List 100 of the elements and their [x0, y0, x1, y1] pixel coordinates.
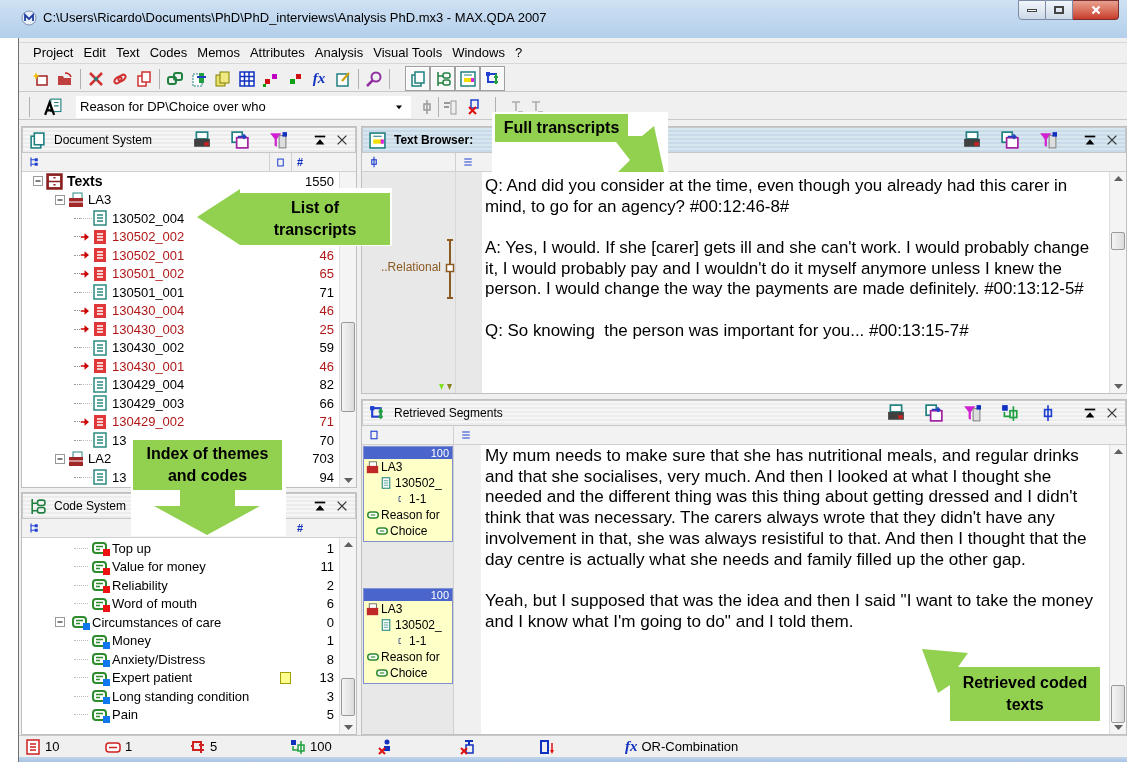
document-label[interactable]: 130502_002 — [112, 227, 185, 247]
memo-icon[interactable] — [280, 671, 291, 684]
print-icon[interactable] — [887, 404, 905, 422]
code-label[interactable]: Value for money — [112, 557, 206, 577]
column-header[interactable]: # — [292, 519, 340, 537]
sort-icon[interactable] — [540, 738, 556, 755]
document-label[interactable]: 130429_004 — [112, 375, 185, 395]
document-label[interactable]: 13 — [112, 430, 127, 450]
text-browser-toggle[interactable] — [455, 66, 480, 91]
document-label[interactable]: 130429_003 — [112, 393, 185, 413]
scroll-down-arrow-icon[interactable] — [1114, 384, 1123, 390]
retrieved-icon[interactable] — [290, 738, 306, 755]
menu-item[interactable]: Analysis — [314, 43, 364, 63]
close-button[interactable] — [1073, 0, 1119, 20]
close-icon[interactable] — [335, 133, 349, 147]
document-label[interactable]: 130429_002 — [112, 412, 185, 432]
remove-code-icon[interactable] — [466, 98, 482, 115]
menu-item[interactable]: Attributes — [249, 43, 305, 63]
export-icon[interactable] — [231, 131, 249, 149]
scroll-up-arrow-icon[interactable] — [1114, 175, 1123, 181]
collapse-icon[interactable] — [1083, 133, 1097, 147]
code-label[interactable]: Top up — [112, 538, 152, 558]
activate-icon[interactable] — [1001, 404, 1019, 422]
menu-item[interactable]: Edit — [83, 43, 106, 63]
filter-icon[interactable] — [1039, 131, 1057, 149]
menu-item[interactable]: Text — [115, 43, 140, 63]
segment-card[interactable]: 100 LA3 130502_ 1-1 Reason for Choice — [363, 446, 453, 542]
collapse-icon[interactable] — [313, 499, 327, 513]
font-icon[interactable] — [44, 97, 62, 116]
document-label[interactable]: 130430_004 — [112, 301, 185, 321]
folder-label[interactable]: LA2 — [88, 449, 112, 469]
maximize-button[interactable] — [1046, 0, 1073, 20]
code-label[interactable]: Money — [112, 631, 152, 651]
filter-icon[interactable] — [269, 131, 287, 149]
menu-item[interactable]: Memos — [197, 43, 240, 63]
document-icon — [92, 339, 108, 356]
document-icon — [92, 358, 108, 375]
export-icon[interactable] — [925, 404, 943, 422]
menu-item[interactable]: Codes — [149, 43, 188, 63]
pin-icon[interactable] — [368, 156, 380, 168]
coding-stripe[interactable] — [445, 239, 455, 299]
document-label[interactable]: 13 — [112, 467, 127, 487]
scroll-up-arrow-icon[interactable] — [1114, 448, 1123, 454]
document-system-toggle[interactable] — [405, 66, 430, 91]
scroll-down-arrow-icon[interactable] — [344, 725, 353, 731]
cross-icon[interactable] — [460, 738, 476, 755]
retrieved-segments-toggle[interactable] — [480, 66, 505, 91]
filter-icon[interactable] — [963, 404, 981, 422]
code-label[interactable]: Anxiety/Distress — [112, 649, 206, 669]
segments-icon[interactable] — [190, 738, 206, 755]
print-icon[interactable] — [963, 131, 981, 149]
scrollbar-thumb[interactable] — [1111, 685, 1125, 723]
code-label[interactable]: Reliability — [112, 575, 168, 595]
document-set-icon — [366, 602, 379, 616]
box-icon[interactable] — [275, 156, 286, 168]
code-label[interactable]: Word of mouth — [112, 594, 198, 614]
formula-button[interactable]: fx — [307, 66, 331, 91]
document-icon — [380, 619, 392, 631]
folder-label[interactable]: LA3 — [88, 190, 112, 210]
document-label[interactable]: 130501_002 — [112, 264, 185, 284]
close-icon[interactable] — [1105, 406, 1119, 420]
minimize-button[interactable] — [1018, 0, 1046, 20]
menu-item[interactable]: Project — [33, 43, 74, 63]
menu-item[interactable]: Windows — [452, 43, 505, 63]
scroll-down-arrow-icon[interactable] — [1114, 725, 1123, 731]
collapse-icon[interactable] — [1083, 406, 1097, 420]
code-label[interactable]: Pain — [112, 705, 139, 725]
column-header[interactable]: # — [292, 153, 340, 171]
folder-label[interactable]: Texts — [67, 172, 103, 192]
segment-code: Choice — [390, 665, 428, 681]
scrollbar-thumb[interactable] — [1111, 232, 1125, 250]
scrollbar-thumb[interactable] — [341, 322, 355, 412]
close-icon[interactable] — [1105, 133, 1119, 147]
document-label[interactable]: 130430_001 — [112, 356, 185, 376]
document-label[interactable]: 130502_001 — [112, 245, 185, 265]
code-label[interactable]: Expert patient — [112, 668, 193, 688]
documents-icon[interactable] — [25, 738, 41, 755]
segment-code: Reason for — [381, 507, 440, 523]
segment-card[interactable]: 100 LA3 130502_ 1-1 Reason for Choice — [363, 588, 453, 684]
code-system-toggle[interactable] — [430, 66, 455, 91]
menu-item[interactable]: Visual Tools — [373, 43, 443, 63]
document-label[interactable]: 130501_001 — [112, 282, 185, 302]
menu-item[interactable]: ? — [514, 43, 523, 63]
collapse-icon[interactable] — [313, 133, 327, 147]
code-dropdown[interactable]: Reason for DP\Choice over who — [76, 95, 411, 118]
code-label[interactable]: Circumstances of care — [92, 612, 222, 632]
count-text: 59 — [319, 339, 334, 357]
close-icon[interactable] — [335, 499, 349, 513]
document-label[interactable]: 130430_003 — [112, 319, 185, 339]
tree-icon[interactable] — [28, 522, 40, 534]
document-label[interactable]: 130502_004 — [112, 208, 185, 228]
scroll-up-arrow-icon[interactable] — [344, 541, 353, 547]
document-label[interactable]: 130430_002 — [112, 338, 185, 358]
scrollbar-thumb[interactable] — [341, 678, 355, 716]
print-icon[interactable] — [193, 131, 211, 149]
scroll-down-arrow-icon[interactable] — [344, 478, 353, 484]
code-label[interactable]: Long standing condition — [112, 686, 250, 706]
box-icon[interactable] — [368, 429, 380, 441]
tree-icon[interactable] — [28, 156, 40, 168]
export-icon[interactable] — [1001, 131, 1019, 149]
